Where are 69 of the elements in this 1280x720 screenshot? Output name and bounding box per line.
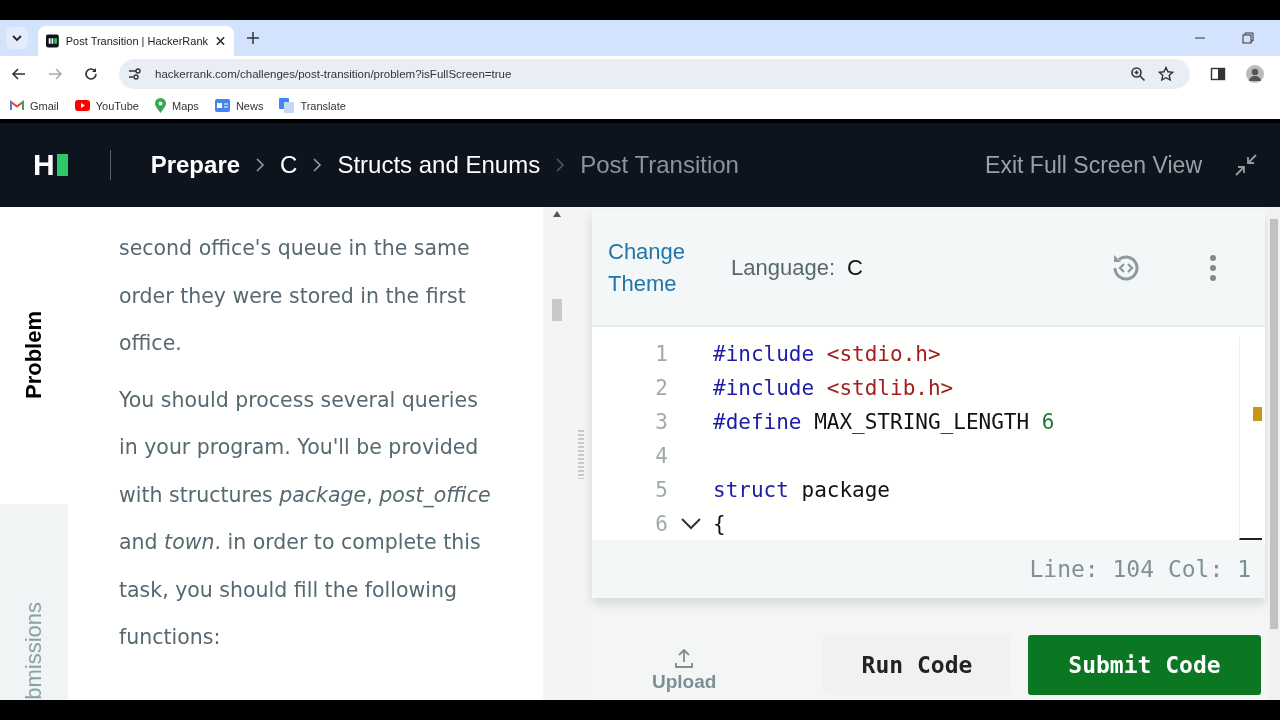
- reload-icon[interactable]: [83, 66, 99, 82]
- logo[interactable]: H: [33, 148, 68, 182]
- chevron-down-icon: [11, 32, 23, 44]
- code-line: #include <stdio.h>: [713, 342, 941, 366]
- bookmark-label: YouTube: [95, 99, 139, 112]
- site-settings-icon[interactable]: [127, 66, 143, 82]
- language-label: Language:: [731, 254, 835, 281]
- tab-list-button[interactable]: [6, 27, 28, 49]
- browser-tab[interactable]: Post Transition | HackerRank: [38, 26, 234, 56]
- breadcrumb-link[interactable]: Prepare: [150, 151, 241, 179]
- breadcrumb-link[interactable]: Structs and Enums: [337, 151, 541, 179]
- minimap-marker: [1253, 407, 1262, 421]
- bookmark[interactable]: Translate: [279, 98, 346, 113]
- mail-icon: [10, 100, 24, 111]
- bookmark[interactable]: Gmail: [10, 99, 59, 112]
- address-bar[interactable]: hackerrank.com/challenges/post-transition/problem?isFullScreen=true: [119, 59, 1190, 89]
- bookmark[interactable]: YouTube: [74, 99, 139, 112]
- breadcrumb-link[interactable]: Post Transition: [580, 151, 739, 179]
- tab-title: Post Transition | HackerRank: [65, 35, 209, 47]
- problem-paragraph: second office's queue in the same order they were stored in the first office.: [119, 235, 471, 357]
- code-line: struct package: [713, 478, 890, 502]
- line-number: 5: [654, 478, 668, 502]
- play-icon: [74, 100, 90, 111]
- line-number: 4: [654, 444, 668, 468]
- line-number: 3: [654, 410, 668, 434]
- newspaper-icon: [214, 99, 230, 112]
- fold-chevron-icon[interactable]: [679, 517, 702, 531]
- bookmark-label: Translate: [300, 99, 346, 112]
- code-line: #include <stdlib.h>: [713, 376, 954, 400]
- close-icon[interactable]: [215, 35, 226, 47]
- chevron-right-icon: [555, 157, 566, 173]
- bookmark[interactable]: Maps: [154, 98, 199, 113]
- bookmark-label: Gmail: [30, 99, 59, 112]
- url-text: hackerrank.com/challenges/post-transition/problem?isFullScreen=true: [155, 68, 512, 80]
- map-pin-icon: [154, 98, 166, 113]
- bookmark-label: Maps: [171, 99, 199, 112]
- line-number: 1: [654, 342, 668, 366]
- bookmark-label: News: [235, 99, 264, 112]
- run-code-button[interactable]: Run Code: [823, 635, 1011, 695]
- problem-paragraph: You should process several queries in your program. You'll be provided with structures package, post_office and town. in order to complete this task, you should fill the following functions:: [119, 386, 491, 651]
- bookmark[interactable]: News: [214, 99, 264, 112]
- submit-code-button[interactable]: Submit Code: [1028, 635, 1261, 695]
- code-editor[interactable]: 1 #include <stdio.h> 2 #include <stdlib.h> 3 #define MAX_STRING_LENGTH 6 4 5 struct package 6 {: [592, 327, 1265, 540]
- profile-avatar-icon[interactable]: [1246, 65, 1264, 83]
- star-icon[interactable]: [1158, 66, 1174, 82]
- scroll-up-icon[interactable]: [552, 211, 561, 217]
- chevron-right-icon: [255, 157, 266, 173]
- exit-fullscreen-link[interactable]: Exit Full Screen View: [985, 151, 1202, 179]
- code-line: #define MAX_STRING_LENGTH 6: [713, 410, 1055, 434]
- collapse-icon[interactable]: [1234, 153, 1258, 177]
- line-number: 6: [654, 512, 668, 536]
- translate-icon: [279, 98, 295, 113]
- breadcrumb-link[interactable]: C: [280, 151, 298, 179]
- back-icon[interactable]: [11, 66, 27, 82]
- more-options-icon[interactable]: [1209, 253, 1217, 282]
- scrollbar-thumb[interactable]: [551, 299, 562, 321]
- line-number: 2: [654, 376, 668, 400]
- language-select[interactable]: C: [847, 254, 863, 281]
- restore-icon[interactable]: [1242, 32, 1254, 44]
- new-tab-icon[interactable]: [246, 31, 260, 45]
- change-theme-link[interactable]: Change Theme: [608, 235, 704, 300]
- zoom-icon[interactable]: [1130, 66, 1146, 82]
- favicon-icon: [46, 34, 59, 48]
- chevron-right-icon: [312, 157, 323, 173]
- side-panel-icon[interactable]: [1210, 66, 1226, 82]
- scrollbar-thumb[interactable]: [1270, 219, 1278, 629]
- cursor-position: Line: 104 Col: 1: [1029, 556, 1251, 582]
- code-line: {: [713, 512, 726, 536]
- upload-icon: [674, 647, 695, 669]
